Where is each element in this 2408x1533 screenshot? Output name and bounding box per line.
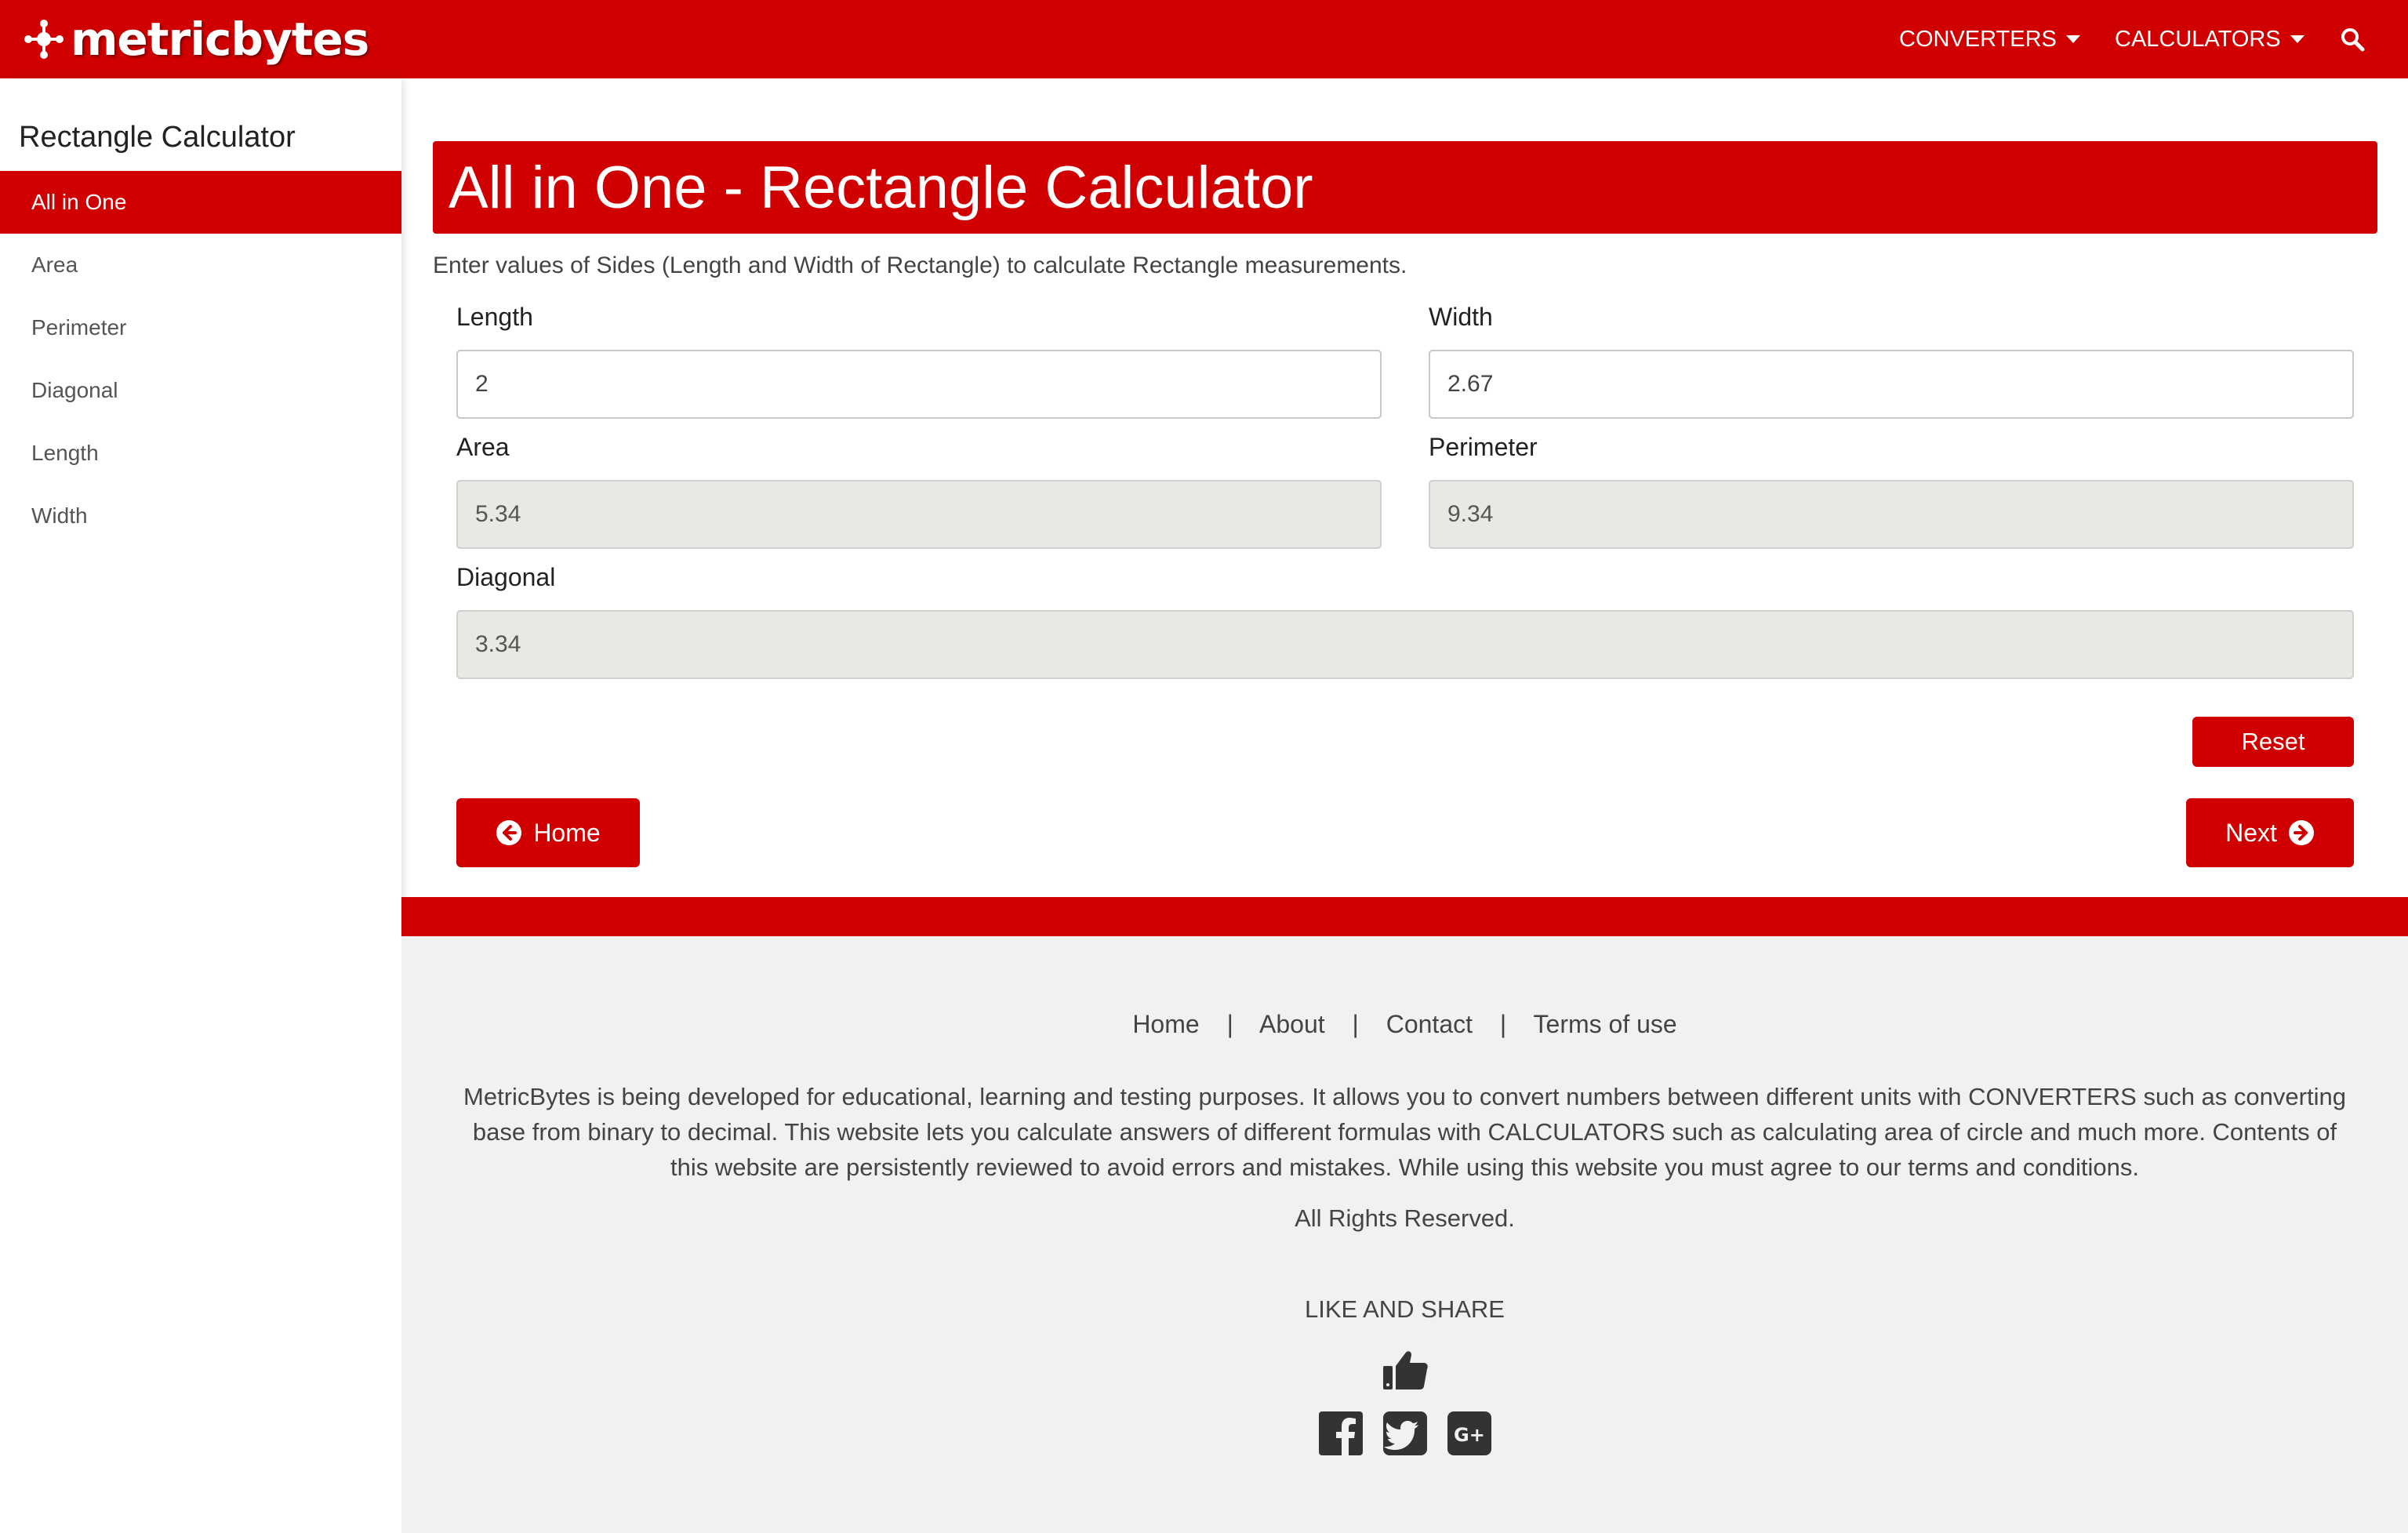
sidebar-item-length[interactable]: Length xyxy=(0,422,401,485)
thumbs-up-icon xyxy=(1383,1351,1428,1390)
caret-down-icon xyxy=(2065,35,2080,43)
footer-description: MetricBytes is being developed for educa… xyxy=(463,1083,2346,1181)
diagonal-label: Diagonal xyxy=(456,563,556,591)
footer-link-contact[interactable]: Contact xyxy=(1386,1010,1473,1038)
footer-link-home[interactable]: Home xyxy=(1132,1010,1199,1038)
footer-rights: All Rights Reserved. xyxy=(1295,1204,1515,1232)
area-label: Area xyxy=(456,433,510,461)
search-icon[interactable] xyxy=(2340,27,2365,52)
svg-text:G+: G+ xyxy=(1454,1424,1485,1446)
home-button-label: Home xyxy=(533,818,601,847)
footer-link-terms[interactable]: Terms of use xyxy=(1534,1010,1677,1038)
sidebar-menu: All in One Area Perimeter Diagonal Lengt… xyxy=(0,171,401,547)
like-and-share-heading: LIKE AND SHARE xyxy=(1305,1295,1505,1323)
nav-calculators-dropdown[interactable]: CALCULATORS xyxy=(2115,22,2304,56)
footer-separator: | xyxy=(1499,1010,1507,1038)
perimeter-output[interactable] xyxy=(1429,480,2354,549)
sidebar-item-perimeter[interactable]: Perimeter xyxy=(0,296,401,359)
sidebar: Rectangle Calculator All in One Area Per… xyxy=(0,78,401,1533)
footer-separator: | xyxy=(1352,1010,1359,1038)
footer: Home | About | Contact | Terms of use Me… xyxy=(401,936,2408,1533)
length-label: Length xyxy=(456,303,533,331)
sidebar-item-width[interactable]: Width xyxy=(0,485,401,547)
top-navbar: metricbytes CONVERTERS CALCULATORS xyxy=(0,0,2408,78)
sidebar-item-area[interactable]: Area xyxy=(0,234,401,296)
area-output[interactable] xyxy=(456,480,1382,549)
google-plus-icon[interactable]: G+ xyxy=(1446,1410,1493,1457)
footer-link-about[interactable]: About xyxy=(1259,1010,1325,1038)
perimeter-label: Perimeter xyxy=(1429,433,1538,461)
nav-converters-dropdown[interactable]: CONVERTERS xyxy=(1899,22,2080,56)
next-button-label: Next xyxy=(2225,818,2277,847)
page-title: All in One - Rectangle Calculator xyxy=(449,154,1313,221)
sidebar-title: Rectangle Calculator xyxy=(19,121,296,154)
next-button[interactable]: Next xyxy=(2186,798,2354,867)
site-logo[interactable]: metricbytes xyxy=(22,11,369,67)
width-input[interactable] xyxy=(1429,350,2354,419)
facebook-icon[interactable] xyxy=(1317,1410,1364,1457)
footer-separator: | xyxy=(1226,1010,1233,1038)
sidebar-item-all-in-one[interactable]: All in One xyxy=(0,171,401,234)
footer-red-band xyxy=(401,897,2408,936)
reset-button[interactable]: Reset xyxy=(2192,717,2354,767)
arrow-circle-left-icon xyxy=(496,820,522,845)
twitter-icon[interactable] xyxy=(1382,1410,1429,1457)
logo-text: metricbytes xyxy=(71,13,369,66)
length-input[interactable] xyxy=(456,350,1382,419)
intro-text: Enter values of Sides (Length and Width … xyxy=(433,252,1407,278)
nav-calculators-label: CALCULATORS xyxy=(2115,26,2281,52)
page-title-bar: All in One - Rectangle Calculator xyxy=(433,141,2377,234)
caret-down-icon xyxy=(2290,35,2304,43)
sidebar-item-diagonal[interactable]: Diagonal xyxy=(0,359,401,422)
footer-links: Home | About | Contact | Terms of use xyxy=(401,1010,2408,1039)
reset-button-label: Reset xyxy=(2241,728,2305,755)
home-button[interactable]: Home xyxy=(456,798,640,867)
logo-mark-icon xyxy=(24,20,64,59)
diagonal-output[interactable] xyxy=(456,610,2354,679)
nav-converters-label: CONVERTERS xyxy=(1899,26,2057,52)
arrow-circle-right-icon xyxy=(2288,820,2314,845)
width-label: Width xyxy=(1429,303,1493,331)
